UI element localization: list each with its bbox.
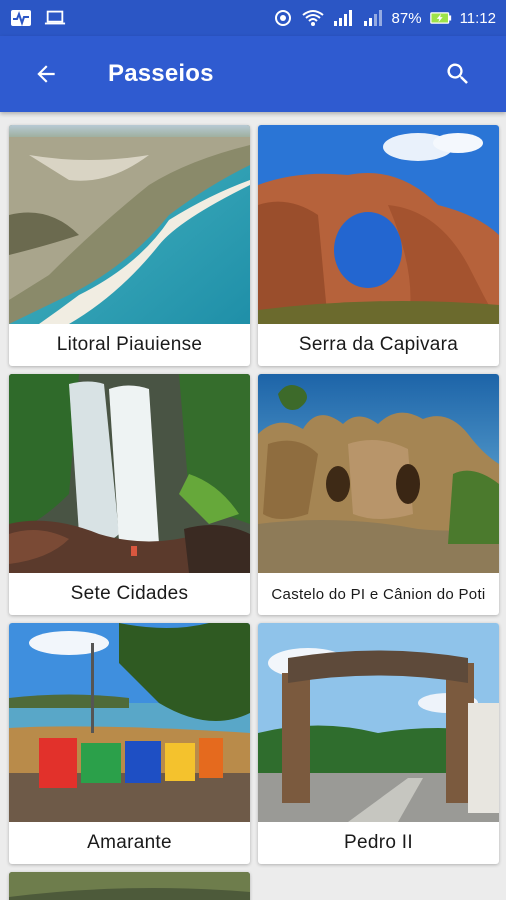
signal-icon <box>362 9 384 27</box>
tour-card-partial[interactable] <box>9 872 250 900</box>
tour-label: Castelo do PI e Cânion do Poti <box>271 585 486 603</box>
tours-grid: Litoral Piauiense Serra da Capivara Sete… <box>9 125 499 900</box>
tour-label: Serra da Capivara <box>298 334 459 355</box>
tour-image-castelo <box>258 374 499 573</box>
status-bar: 87% 11:12 <box>0 0 506 36</box>
tour-image-litoral <box>9 125 250 324</box>
activity-icon <box>10 9 32 27</box>
battery-percent: 87% <box>391 9 422 27</box>
tour-label: Sete Cidades <box>70 583 189 604</box>
tour-image-partial <box>9 872 250 900</box>
tour-card-serra-da-capivara[interactable]: Serra da Capivara <box>258 125 499 366</box>
vibrate-icon <box>272 9 294 27</box>
arrow-left-icon <box>37 65 55 83</box>
tour-card-pedro-ii[interactable]: Pedro II <box>258 623 499 864</box>
tour-image-amarante <box>9 623 250 822</box>
signal-icon <box>332 9 354 27</box>
wifi-icon <box>301 9 324 27</box>
tour-label: Pedro II <box>344 832 413 853</box>
search-icon <box>447 63 468 84</box>
tour-image-sete-cidades <box>9 374 250 573</box>
clock: 11:12 <box>459 9 496 27</box>
tour-label: Litoral Piauiense <box>56 334 203 355</box>
tour-image-pedro-ii <box>258 623 499 822</box>
tour-card-castelo-do-pi[interactable]: Castelo do PI e Cânion do Poti <box>258 374 499 615</box>
battery-charging-icon <box>429 9 452 27</box>
tour-card-sete-cidades[interactable]: Sete Cidades <box>9 374 250 615</box>
page-title: Passeios <box>108 60 214 87</box>
tour-card-litoral-piauiense[interactable]: Litoral Piauiense <box>9 125 250 366</box>
back-button[interactable] <box>26 54 66 94</box>
tour-label: Amarante <box>87 832 172 853</box>
laptop-icon <box>44 9 66 27</box>
search-button[interactable] <box>438 54 478 94</box>
app-bar: Passeios <box>0 36 506 112</box>
tour-image-serra-capivara <box>258 125 499 324</box>
tour-card-amarante[interactable]: Amarante <box>9 623 250 864</box>
